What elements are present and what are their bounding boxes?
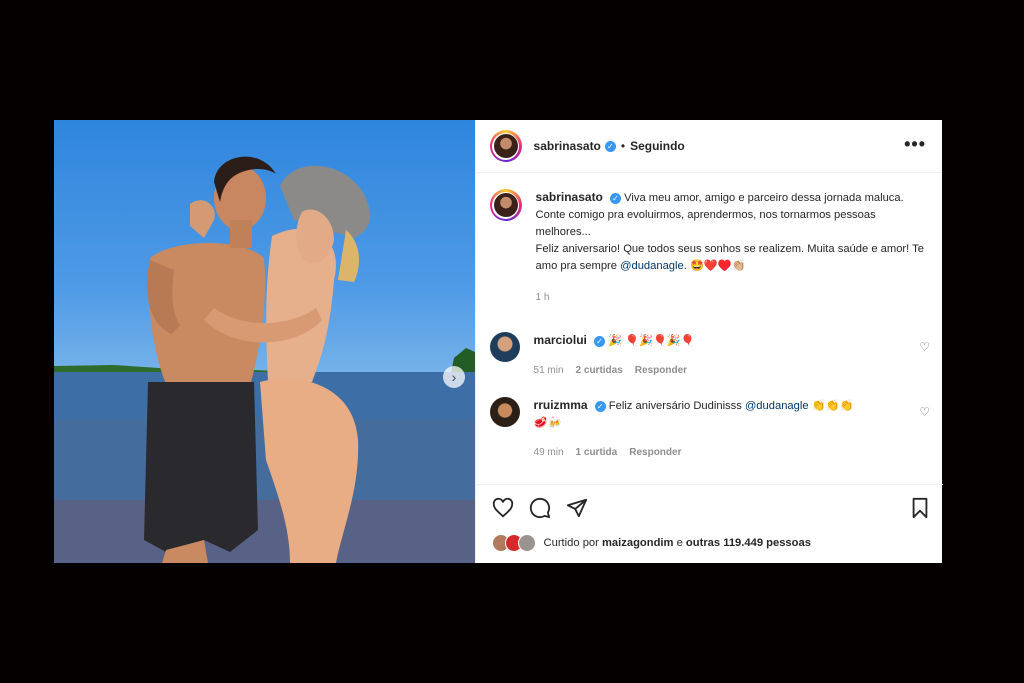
verified-icon: ✓ — [594, 335, 605, 347]
reply-button[interactable]: Responder — [629, 444, 681, 461]
author-username[interactable]: sabrinasato — [534, 139, 601, 153]
comment-body: rruizmma ✓ Feliz aniversário Dudinisss @… — [534, 397, 894, 461]
verified-icon: ✓ — [594, 400, 606, 412]
bookmark-icon[interactable] — [909, 497, 931, 519]
comment-likes[interactable]: 1 curtida — [576, 444, 618, 461]
comment-item: marciolui ✓ 🎉 🎈🎉🎈🎉🎈 51 min 2 curtidas Re… — [476, 332, 942, 379]
post-header: sabrinasato ✓ • Seguindo ••• — [475, 120, 942, 173]
avatar[interactable] — [517, 534, 536, 552]
heart-icon[interactable]: ♡ — [919, 405, 930, 419]
comment-username[interactable]: marciolui — [534, 333, 587, 347]
comment-time[interactable]: 49 min — [534, 444, 564, 461]
comment-likes[interactable]: 2 curtidas — [576, 362, 623, 379]
instagram-post: › sabrinasato ✓ • Seguindo ••• sabrinasa… — [54, 120, 943, 563]
heart-icon[interactable]: ♡ — [919, 340, 930, 354]
next-photo-button[interactable]: › — [443, 366, 465, 388]
comment-username[interactable]: rruizmma — [534, 398, 588, 412]
caption-text: sabrinasato ✓ Viva meu amor, amigo e par… — [536, 189, 928, 306]
comment-body: marciolui ✓ 🎉 🎈🎉🎈🎉🎈 51 min 2 curtidas Re… — [534, 332, 894, 379]
verified-icon: ✓ — [604, 140, 616, 152]
caption: sabrinasato ✓ Viva meu amor, amigo e par… — [476, 173, 942, 306]
photo-illustration — [54, 156, 475, 563]
caption-time[interactable]: 1 h — [536, 289, 928, 306]
heart-icon[interactable] — [492, 497, 514, 519]
liked-by-user[interactable]: maizagondim — [602, 537, 673, 549]
following-button[interactable]: Seguindo — [630, 139, 685, 153]
comment-text: 🎉 🎈🎉🎈🎉🎈 — [608, 335, 695, 347]
comment-emojis-2: 🥩🍻 — [533, 417, 562, 429]
chevron-right-icon: › — [451, 369, 457, 385]
liked-by-prefix: Curtido por — [543, 537, 599, 549]
comment-text: Feliz aniversário Dudinisss — [608, 400, 742, 412]
comment-item: rruizmma ✓ Feliz aniversário Dudinisss @… — [476, 397, 942, 461]
share-icon[interactable] — [566, 497, 588, 519]
post-photo[interactable]: › — [54, 120, 475, 563]
comment-avatar[interactable] — [489, 397, 520, 427]
caption-avatar[interactable] — [489, 189, 522, 221]
post-panel: sabrinasato ✓ • Seguindo ••• sabrinasato… — [474, 120, 943, 563]
liked-by-others[interactable]: outras 119.449 pessoas — [686, 537, 811, 549]
caption-username[interactable]: sabrinasato — [536, 190, 603, 204]
ellipsis-icon[interactable]: ••• — [904, 134, 926, 155]
comment-avatar[interactable] — [489, 332, 520, 362]
action-bar — [475, 484, 943, 525]
caption-mention[interactable]: @dudanagle — [620, 260, 684, 272]
liked-by: Curtido por maizagondim e outras 119.449… — [491, 534, 811, 552]
comment-emojis: 👏👏👏 — [811, 400, 854, 412]
liked-by-middle: e — [676, 537, 683, 549]
reply-button[interactable]: Responder — [635, 362, 687, 379]
comment-mention[interactable]: @dudanagle — [745, 400, 809, 412]
author-avatar[interactable] — [489, 130, 522, 162]
comment-time[interactable]: 51 min — [534, 362, 564, 379]
separator-dot: • — [620, 139, 626, 153]
caption-emojis: . 🤩❤️♥️👏🏼 — [683, 260, 746, 272]
verified-icon: ✓ — [610, 192, 621, 204]
comment-icon[interactable] — [529, 497, 551, 519]
